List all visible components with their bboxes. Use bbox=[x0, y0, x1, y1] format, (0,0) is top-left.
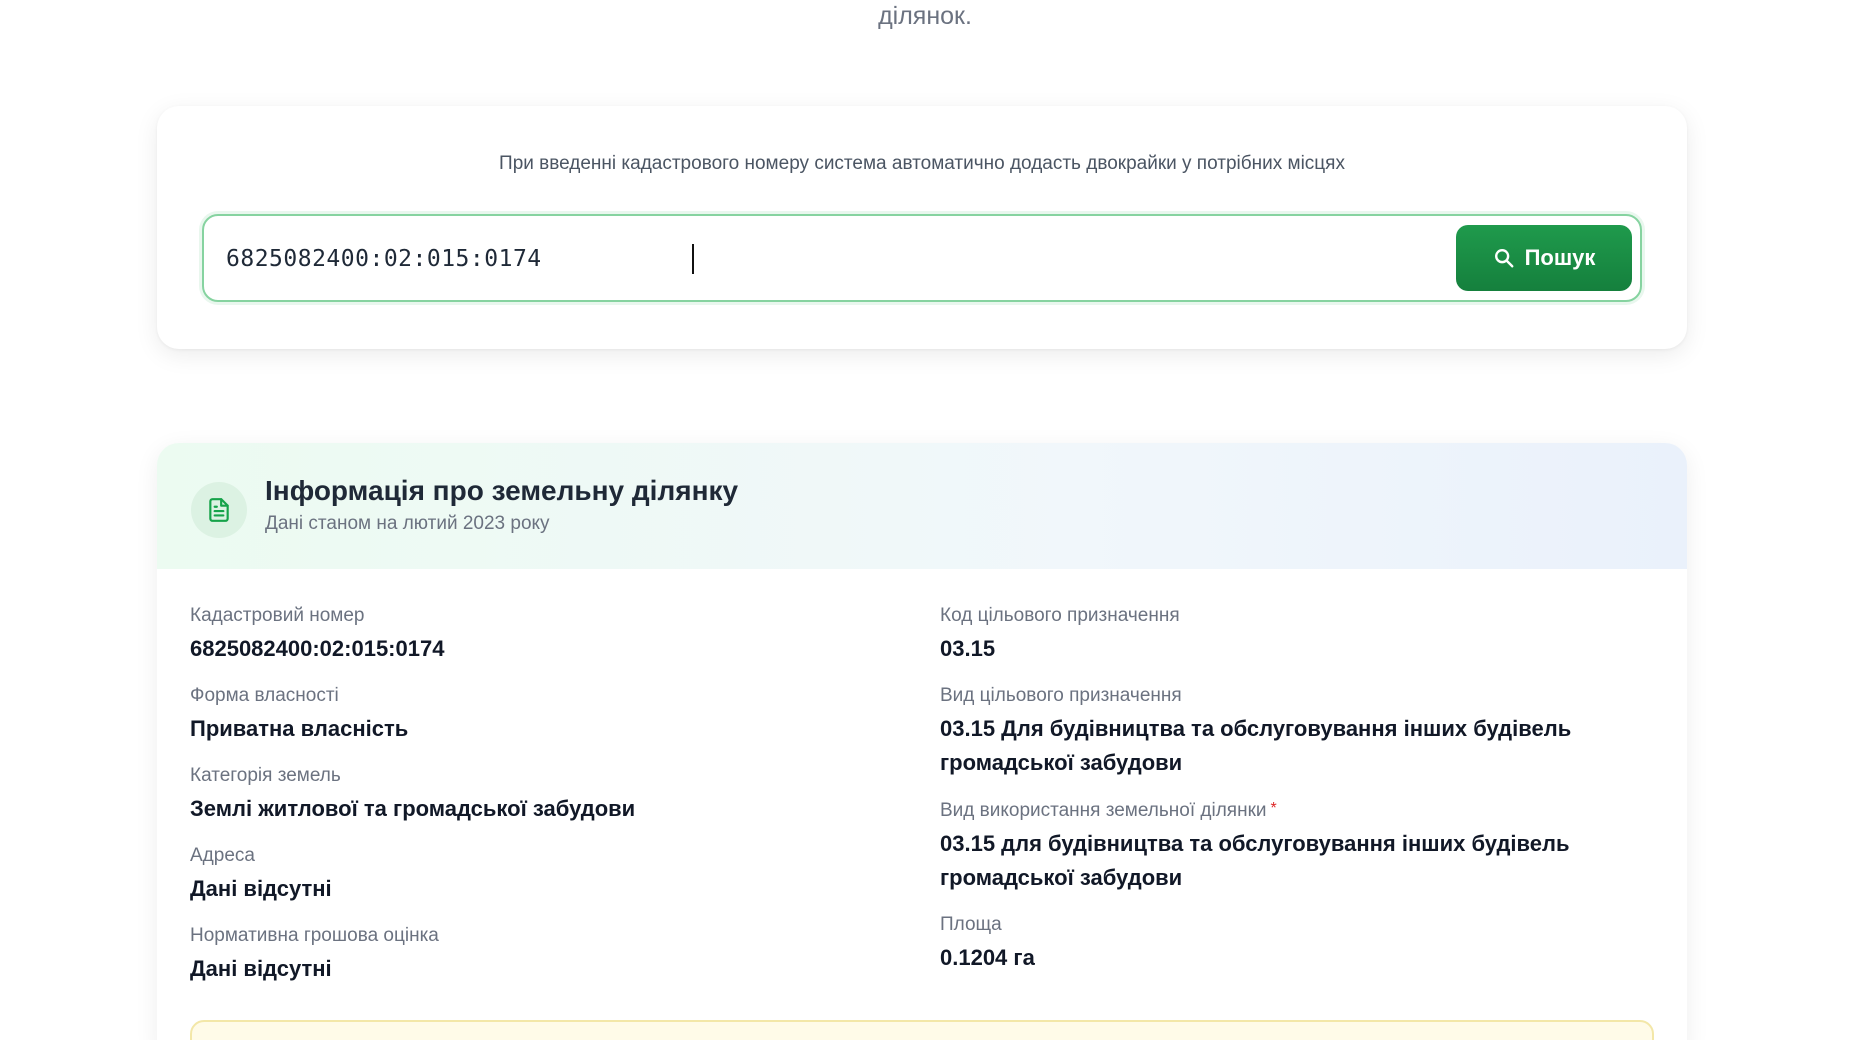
normative-valuation-label: Нормативна грошова оцінка bbox=[190, 925, 439, 946]
required-mark: * bbox=[1270, 800, 1277, 817]
parcel-info-title: Інформація про земельну ділянку bbox=[265, 475, 739, 506]
notice-box bbox=[190, 1020, 1654, 1040]
normative-valuation-value: Дані відсутні bbox=[190, 956, 332, 981]
search-card: При введенні кадастрового номеру система… bbox=[157, 106, 1687, 349]
intro-text-fragment: ділянок. bbox=[878, 2, 972, 30]
land-use-label: Вид використання земельної ділянки * bbox=[940, 800, 1277, 822]
land-use-value-line2: громадської забудови bbox=[940, 865, 1183, 890]
address-value: Дані відсутні bbox=[190, 876, 332, 901]
land-use-value-line1: 03.15 для будівництва та обслуговування … bbox=[940, 831, 1570, 856]
page: ділянок. При введенні кадастрового номер… bbox=[0, 0, 1850, 1040]
cadastral-number-value: 6825082400:02:015:0174 bbox=[190, 636, 445, 661]
cadastral-number-input[interactable] bbox=[226, 234, 1406, 284]
parcel-info-header: Інформація про земельну ділянку Дані ста… bbox=[157, 443, 1687, 569]
land-category-value: Землі житлової та громадської забудови bbox=[190, 796, 636, 821]
purpose-code-label: Код цільового призначення bbox=[940, 605, 1180, 626]
document-icon bbox=[191, 482, 247, 538]
parcel-info-card: Інформація про земельну ділянку Дані ста… bbox=[157, 443, 1687, 1040]
search-box: Пошук bbox=[202, 214, 1642, 302]
purpose-type-value-line1: 03.15 Для будівництва та обслуговування … bbox=[940, 716, 1572, 741]
search-icon bbox=[1494, 249, 1514, 268]
cadastral-number-label: Кадастровий номер bbox=[190, 605, 365, 626]
parcel-info-subtitle: Дані станом на лютий 2023 року bbox=[265, 513, 550, 534]
land-category-label: Категорія земель bbox=[190, 765, 341, 786]
search-button-label: Пошук bbox=[1524, 245, 1596, 270]
purpose-code-value: 03.15 bbox=[940, 636, 996, 661]
text-caret bbox=[692, 244, 694, 274]
search-hint: При введенні кадастрового номеру система… bbox=[499, 153, 1345, 174]
search-button[interactable]: Пошук bbox=[1456, 225, 1632, 291]
area-value: 0.1204 га bbox=[940, 945, 1035, 970]
area-label: Площа bbox=[940, 914, 1002, 935]
purpose-type-label: Вид цільового призначення bbox=[940, 685, 1182, 706]
purpose-type-value-line2: громадської забудови bbox=[940, 750, 1183, 775]
ownership-form-value: Приватна власність bbox=[190, 716, 409, 741]
land-use-label-text: Вид використання земельної ділянки bbox=[940, 800, 1267, 821]
address-label: Адреса bbox=[190, 845, 255, 866]
ownership-form-label: Форма власності bbox=[190, 685, 339, 706]
